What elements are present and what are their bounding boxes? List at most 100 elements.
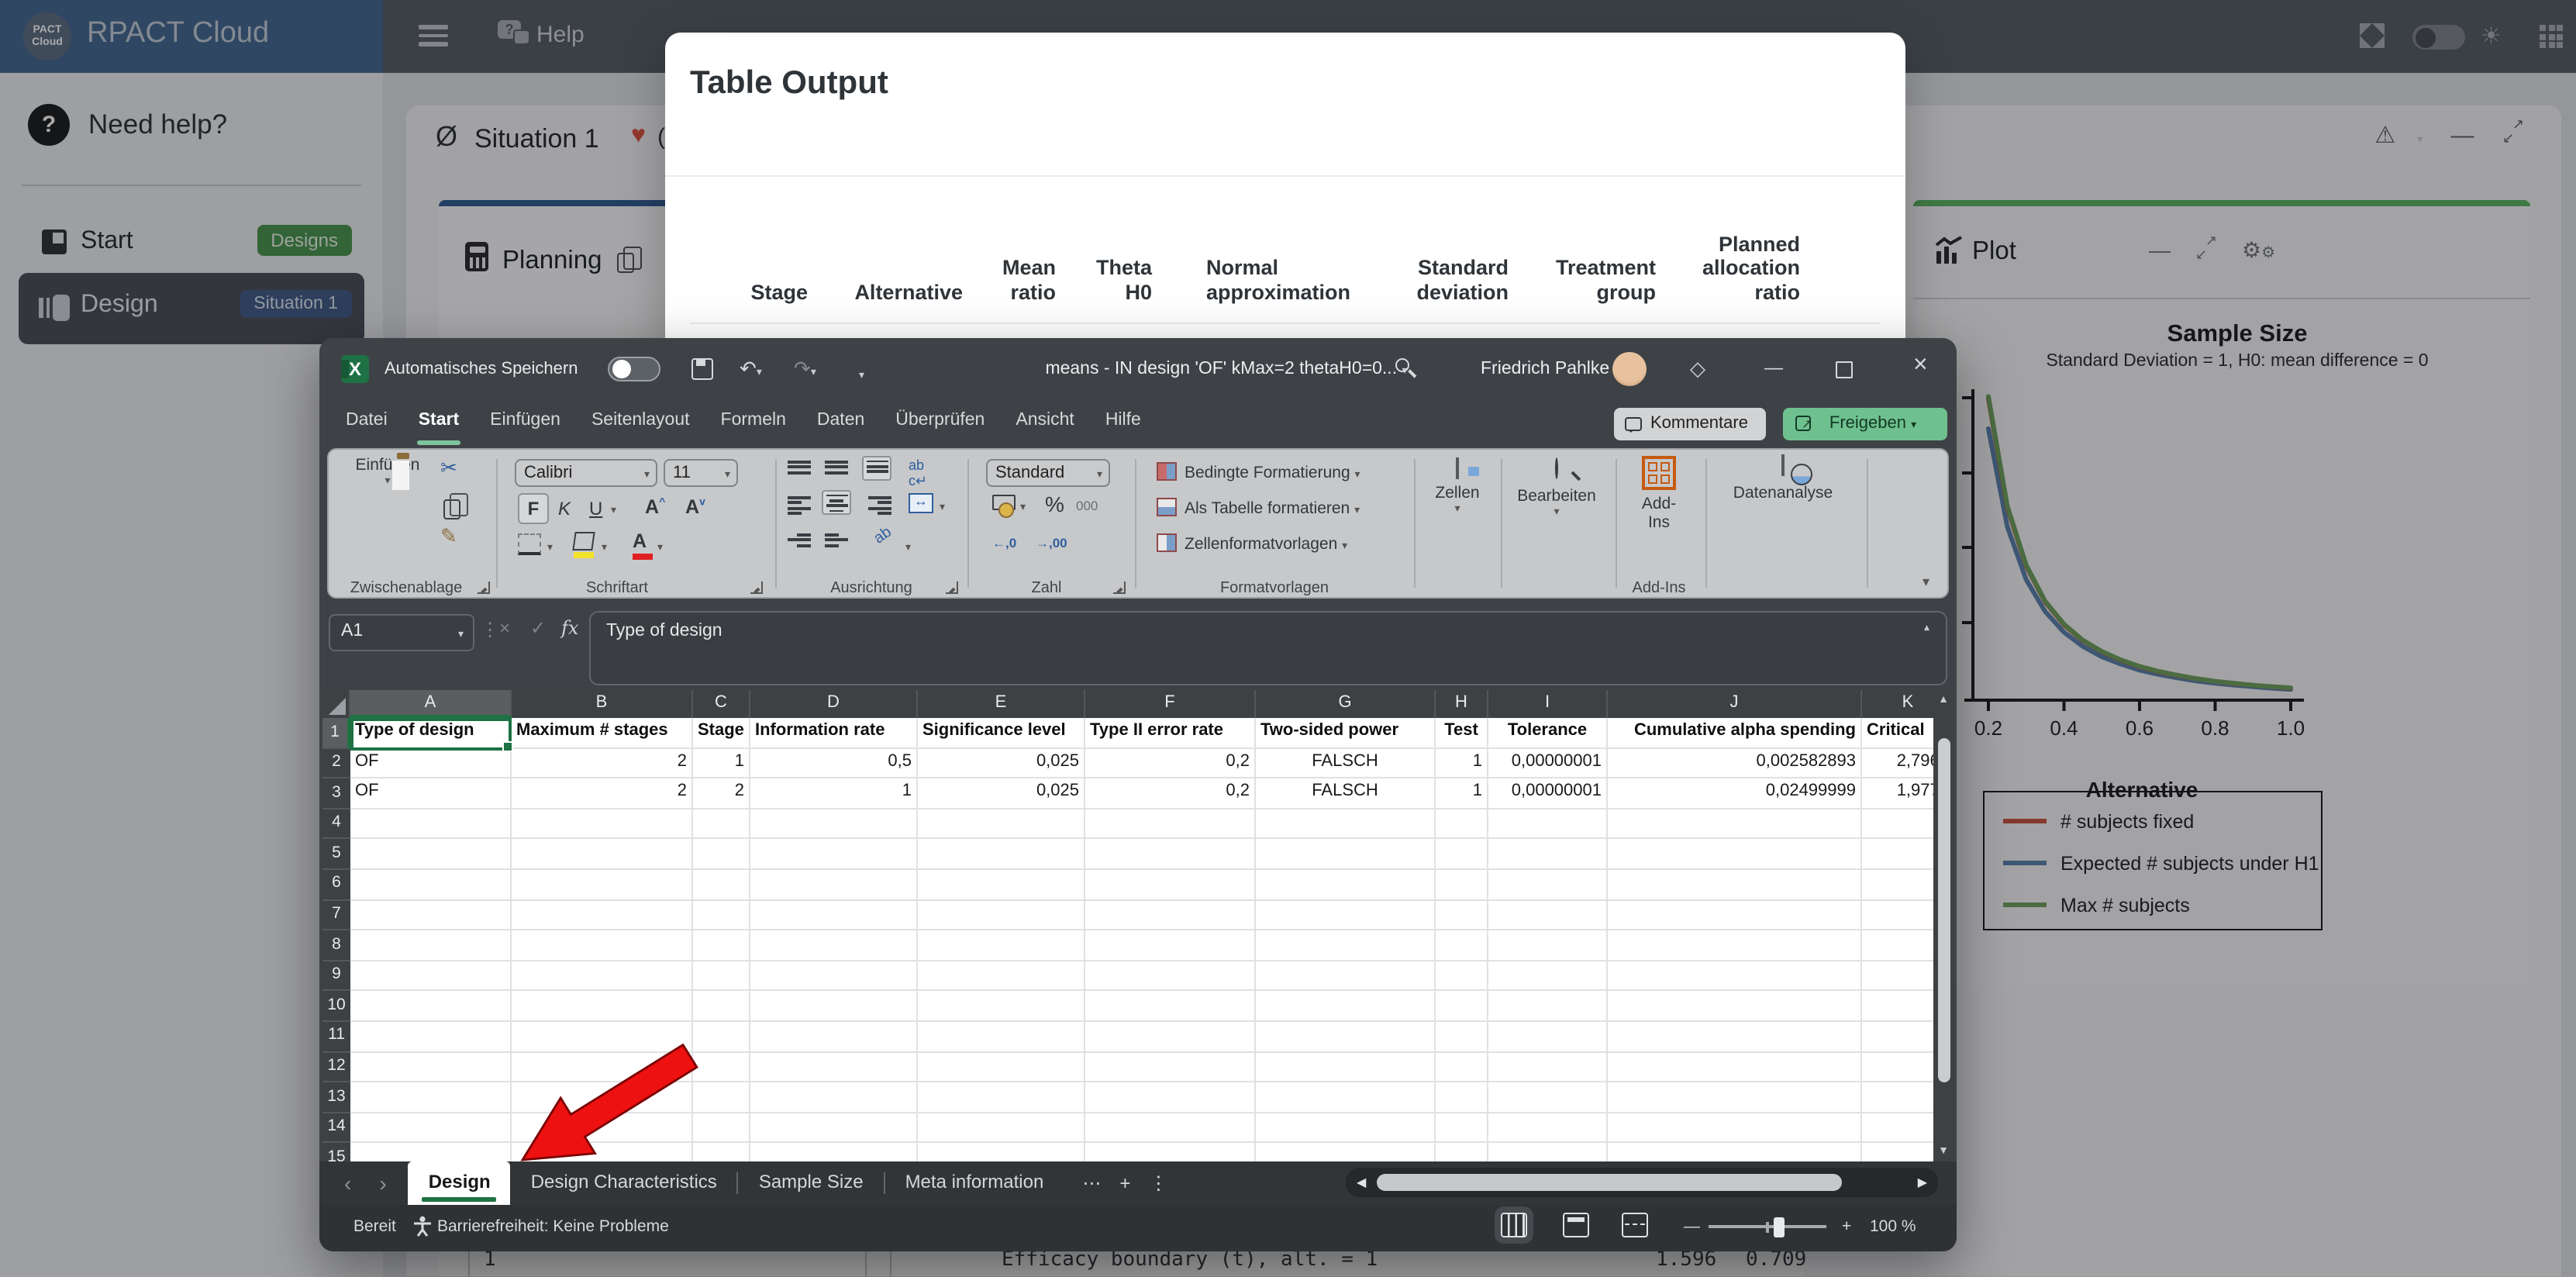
cell-D15[interactable] xyxy=(750,1144,918,1161)
cell-I11[interactable] xyxy=(1488,1022,1608,1052)
copy-icon[interactable] xyxy=(617,253,634,273)
cell-K10[interactable] xyxy=(1862,992,1933,1022)
apps-grid-icon[interactable] xyxy=(2540,25,2563,48)
cell-J3[interactable]: 0,02499999 xyxy=(1608,778,1862,809)
cell-B11[interactable] xyxy=(512,1022,693,1052)
add-decimal-button[interactable]: ←,0 xyxy=(992,535,1016,550)
cell-H4[interactable] xyxy=(1436,809,1488,840)
cell-D13[interactable] xyxy=(750,1082,918,1113)
cell-D14[interactable] xyxy=(750,1113,918,1143)
cell-F6[interactable] xyxy=(1085,870,1256,900)
remove-decimal-button[interactable]: →,00 xyxy=(1036,535,1067,550)
cell-A13[interactable] xyxy=(350,1082,512,1113)
cell-E2[interactable]: 0,025 xyxy=(918,748,1085,778)
cell-G5[interactable] xyxy=(1256,840,1436,870)
italic-button[interactable]: K xyxy=(558,498,571,519)
cell-E10[interactable] xyxy=(918,992,1085,1022)
cell-B8[interactable] xyxy=(512,930,693,961)
row-number[interactable]: 15 xyxy=(322,1144,350,1161)
cell-K13[interactable] xyxy=(1862,1082,1933,1113)
cell-C6[interactable] xyxy=(693,870,750,900)
diamond-icon[interactable]: ◇ xyxy=(1690,357,1705,381)
row-number[interactable]: 4 xyxy=(322,809,350,840)
align-center-button[interactable] xyxy=(822,490,851,515)
currency-button[interactable] xyxy=(992,493,1016,513)
cell-B6[interactable] xyxy=(512,870,693,900)
row-number[interactable]: 13 xyxy=(322,1082,350,1113)
row-number[interactable]: 9 xyxy=(322,961,350,992)
cell-E11[interactable] xyxy=(918,1022,1085,1052)
ribbon-tab-überprüfen[interactable]: Überprüfen xyxy=(881,402,998,447)
hamburger-menu-icon[interactable] xyxy=(419,25,448,47)
window-minimize-button[interactable]: — xyxy=(1764,357,1783,378)
cell-J6[interactable] xyxy=(1608,870,1862,900)
number-format-select[interactable]: Standard▾ xyxy=(986,459,1110,487)
cell-G6[interactable] xyxy=(1256,870,1436,900)
cell-H6[interactable] xyxy=(1436,870,1488,900)
cell-A14[interactable] xyxy=(350,1113,512,1143)
cell-C3[interactable]: 2 xyxy=(693,778,750,809)
cell-B2[interactable]: 2 xyxy=(512,748,693,778)
cell-H14[interactable] xyxy=(1436,1113,1488,1143)
cell-G11[interactable] xyxy=(1256,1022,1436,1052)
ribbon-tab-start[interactable]: Start xyxy=(405,402,473,447)
cell-G14[interactable] xyxy=(1256,1113,1436,1143)
cell-I9[interactable] xyxy=(1488,961,1608,992)
cell-K2[interactable]: 2,7965 xyxy=(1862,748,1933,778)
zoom-out-icon[interactable]: — xyxy=(1684,1217,1700,1236)
sun-icon[interactable]: ☀ xyxy=(2481,22,2502,50)
cell-H2[interactable]: 1 xyxy=(1436,748,1488,778)
need-help-link[interactable]: ? Need help? xyxy=(0,99,383,167)
cell-I8[interactable] xyxy=(1488,930,1608,961)
cell-I15[interactable] xyxy=(1488,1144,1608,1161)
cell-F5[interactable] xyxy=(1085,840,1256,870)
cell-B10[interactable] xyxy=(512,992,693,1022)
heart-icon[interactable]: ♥ xyxy=(631,123,646,150)
align-middle-button[interactable] xyxy=(825,461,848,479)
cell-D8[interactable] xyxy=(750,930,918,961)
cell-K3[interactable]: 1,9774 xyxy=(1862,778,1933,809)
cell-I4[interactable] xyxy=(1488,809,1608,840)
cell-E13[interactable] xyxy=(918,1082,1085,1113)
cell-K9[interactable] xyxy=(1862,961,1933,992)
cell-D9[interactable] xyxy=(750,961,918,992)
column-header-F[interactable]: F xyxy=(1085,690,1256,718)
cell-I6[interactable] xyxy=(1488,870,1608,900)
cell-F10[interactable] xyxy=(1085,992,1256,1022)
borders-button[interactable] xyxy=(518,533,541,555)
font-launcher-icon[interactable] xyxy=(750,582,763,594)
column-header-D[interactable]: D xyxy=(750,690,918,718)
scroll-left-icon[interactable]: ◀ xyxy=(1357,1175,1366,1189)
decrease-indent-button[interactable] xyxy=(788,533,811,552)
cut-icon[interactable]: ✂ xyxy=(440,456,457,481)
orientation-button[interactable]: abc↵ xyxy=(909,457,927,490)
cell-J15[interactable] xyxy=(1608,1144,1862,1161)
cell-C9[interactable] xyxy=(693,961,750,992)
row-number[interactable]: 8 xyxy=(322,930,350,961)
cell-D12[interactable] xyxy=(750,1052,918,1082)
cell-C15[interactable] xyxy=(693,1144,750,1161)
font-size-select[interactable]: 11▾ xyxy=(664,459,738,487)
cell-A4[interactable] xyxy=(350,809,512,840)
cell-D10[interactable] xyxy=(750,992,918,1022)
cell-H3[interactable]: 1 xyxy=(1436,778,1488,809)
enter-icon[interactable]: ✓ xyxy=(530,617,546,639)
cell-B3[interactable]: 2 xyxy=(512,778,693,809)
cell-K8[interactable] xyxy=(1862,930,1933,961)
cell-H8[interactable] xyxy=(1436,930,1488,961)
sheet-tab-meta-information[interactable]: Meta information xyxy=(885,1161,1064,1205)
cell-C2[interactable]: 1 xyxy=(693,748,750,778)
column-header-A[interactable]: A xyxy=(350,690,512,718)
merge-center-button[interactable] xyxy=(909,493,933,513)
cell-D4[interactable] xyxy=(750,809,918,840)
cell-J10[interactable] xyxy=(1608,992,1862,1022)
cell-F12[interactable] xyxy=(1085,1052,1256,1082)
data-analysis-button[interactable]: Datenanalyse xyxy=(1712,456,1854,502)
cell-styles-button[interactable]: Zellenformatvorlagen ▾ xyxy=(1157,533,1347,554)
cell-J7[interactable] xyxy=(1608,900,1862,930)
document-title[interactable]: means - IN design 'OF' kMax=2 thetaH0=0.… xyxy=(924,360,1529,378)
align-left-button[interactable] xyxy=(788,496,811,515)
cell-D5[interactable] xyxy=(750,840,918,870)
cell-F7[interactable] xyxy=(1085,900,1256,930)
cell-G2[interactable]: FALSCH xyxy=(1256,748,1436,778)
